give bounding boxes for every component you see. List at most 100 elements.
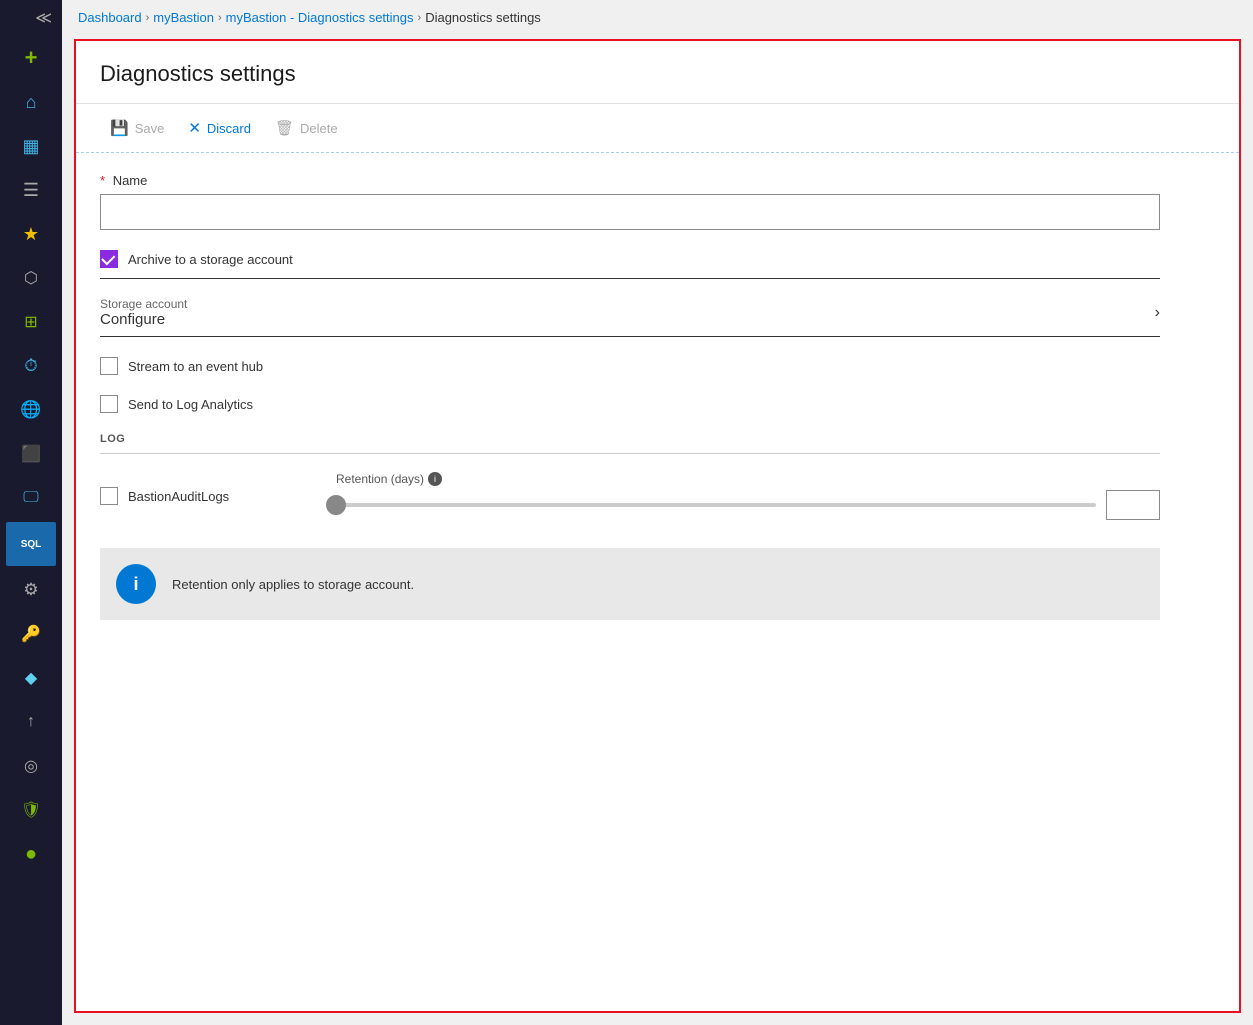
sidebar-item-recent[interactable]: ⏱ — [0, 344, 62, 388]
sidebar-item-menu[interactable]: ☰ — [0, 168, 62, 212]
log-divider — [100, 453, 1160, 454]
save-icon: 💾 — [110, 119, 129, 137]
shield-icon: 🛡 — [21, 800, 41, 820]
sidebar-item-diamond[interactable]: ◆ — [0, 656, 62, 700]
archive-checkbox[interactable] — [100, 250, 118, 268]
stream-checkbox[interactable] — [100, 357, 118, 375]
breadcrumb-sep-2: › — [218, 12, 222, 24]
storage-account-label: Storage account — [100, 297, 187, 311]
breadcrumb-mybastion[interactable]: myBastion — [153, 10, 214, 25]
breadcrumb: Dashboard › myBastion › myBastion - Diag… — [62, 0, 1253, 35]
sidebar-item-shield[interactable]: 🛡 — [0, 788, 62, 832]
arrow-up-icon: ↑ — [27, 713, 35, 731]
gear-icon: ⚙ — [23, 580, 38, 600]
log-analytics-checkbox[interactable] — [100, 395, 118, 413]
form-area: * Name Archive to a storage account Stor… — [76, 153, 1239, 1011]
discard-icon: ✕ — [188, 119, 201, 137]
sidebar-item-dashboard[interactable]: ⊞ — [0, 300, 62, 344]
retention-label: Retention (days) i — [336, 472, 1160, 486]
circle-icon: ◎ — [24, 756, 38, 776]
name-input[interactable] — [100, 194, 1160, 230]
sidebar-item-resources[interactable]: ⬡ — [0, 256, 62, 300]
page-title: Diagnostics settings — [100, 61, 1215, 87]
sidebar-add-button[interactable]: + — [0, 36, 62, 80]
main-area: Dashboard › myBastion › myBastion - Diag… — [62, 0, 1253, 1025]
content-panel: Diagnostics settings 💾 Save ✕ Discard 🗑 … — [74, 39, 1241, 1013]
save-button[interactable]: 💾 Save — [100, 114, 174, 142]
sidebar-item-monitor[interactable]: 🖵 — [0, 476, 62, 520]
log-entry-left: BastionAuditLogs — [100, 487, 320, 505]
bastion-audit-logs-label: BastionAuditLogs — [128, 489, 229, 504]
discard-button[interactable]: ✕ Discard — [178, 114, 261, 142]
dot-icon: ● — [25, 843, 37, 866]
storage-account-row[interactable]: Storage account Configure › — [100, 289, 1160, 337]
log-analytics-label[interactable]: Send to Log Analytics — [128, 397, 253, 412]
clock-icon: ⏱ — [24, 356, 37, 376]
sidebar-item-key[interactable]: 🔑 — [0, 612, 62, 656]
sidebar-item-circle[interactable]: ◎ — [0, 744, 62, 788]
breadcrumb-sep-1: › — [146, 12, 150, 24]
sidebar-item-settings[interactable]: ⚙ — [0, 568, 62, 612]
stream-checkbox-row: Stream to an event hub — [100, 357, 1215, 375]
cube-icon: ⬡ — [24, 268, 38, 288]
storage-account-value: Configure — [100, 311, 187, 328]
info-banner-text: Retention only applies to storage accoun… — [172, 577, 414, 592]
sidebar-item-favorites[interactable]: ★ — [0, 212, 62, 256]
name-label: Name — [113, 173, 148, 188]
name-label-row: * Name — [100, 173, 1215, 188]
portal-icon: ▦ — [22, 136, 39, 157]
log-entry-right: Retention (days) i 0 — [336, 472, 1160, 520]
box-icon: ⬛ — [21, 444, 41, 464]
sidebar-item-portal[interactable]: ▦ — [0, 124, 62, 168]
sql-icon: SQL — [21, 539, 42, 550]
log-section: LOG BastionAuditLogs Retention (days) i — [100, 433, 1215, 528]
sidebar-item-upload[interactable]: ↑ — [0, 700, 62, 744]
archive-checkbox-row: Archive to a storage account — [100, 250, 1215, 268]
breadcrumb-mybastion-diag[interactable]: myBastion - Diagnostics settings — [226, 10, 414, 25]
sidebar: ≪ + ⌂ ▦ ☰ ★ ⬡ ⊞ ⏱ 🌐 ⬛ 🖵 SQL ⚙ 🔑 ◆ — [0, 0, 62, 1025]
panel-header: Diagnostics settings — [76, 41, 1239, 104]
info-banner: i Retention only applies to storage acco… — [100, 548, 1160, 620]
sidebar-item-network[interactable]: 🌐 — [0, 388, 62, 432]
info-circle-icon: i — [116, 564, 156, 604]
breadcrumb-dashboard[interactable]: Dashboard — [78, 10, 142, 25]
sidebar-collapse-button[interactable]: ≪ — [0, 0, 62, 36]
chevron-right-icon[interactable]: › — [1155, 304, 1160, 322]
sidebar-item-sql[interactable]: SQL — [6, 522, 56, 566]
retention-slider-container: 0 — [336, 490, 1160, 520]
star-icon: ★ — [23, 224, 39, 245]
breadcrumb-sep-3: › — [418, 12, 422, 24]
globe-icon: 🌐 — [20, 400, 41, 420]
retention-slider[interactable] — [336, 503, 1096, 507]
slider-thumb[interactable] — [326, 495, 346, 515]
bastion-audit-logs-checkbox[interactable] — [100, 487, 118, 505]
delete-icon: 🗑 — [275, 119, 294, 137]
archive-label[interactable]: Archive to a storage account — [128, 252, 293, 267]
archive-divider — [100, 278, 1160, 279]
sidebar-top: ≪ + — [0, 0, 62, 80]
log-entry-row: BastionAuditLogs Retention (days) i — [100, 464, 1160, 528]
log-analytics-checkbox-row: Send to Log Analytics — [100, 395, 1215, 413]
sidebar-item-dot[interactable]: ● — [0, 832, 62, 876]
delete-button[interactable]: 🗑 Delete — [265, 114, 348, 142]
diamond-icon: ◆ — [25, 668, 37, 688]
monitor-icon: 🖵 — [23, 489, 38, 507]
grid-icon: ⊞ — [24, 312, 37, 332]
sidebar-item-home[interactable]: ⌂ — [0, 80, 62, 124]
toolbar: 💾 Save ✕ Discard 🗑 Delete — [76, 104, 1239, 153]
retention-value-input[interactable]: 0 — [1106, 490, 1160, 520]
save-label: Save — [135, 121, 165, 136]
info-letter: i — [133, 574, 138, 595]
key-icon: 🔑 — [21, 624, 41, 644]
delete-label: Delete — [300, 121, 338, 136]
info-icon[interactable]: i — [428, 472, 442, 486]
log-section-title: LOG — [100, 433, 1215, 445]
chevron-left-icon: ≪ — [35, 8, 52, 28]
menu-icon: ☰ — [23, 180, 39, 201]
home-icon: ⌂ — [26, 92, 37, 113]
sidebar-item-box[interactable]: ⬛ — [0, 432, 62, 476]
storage-info: Storage account Configure — [100, 297, 187, 328]
stream-label[interactable]: Stream to an event hub — [128, 359, 263, 374]
required-star: * — [100, 173, 105, 188]
breadcrumb-current: Diagnostics settings — [425, 10, 541, 25]
